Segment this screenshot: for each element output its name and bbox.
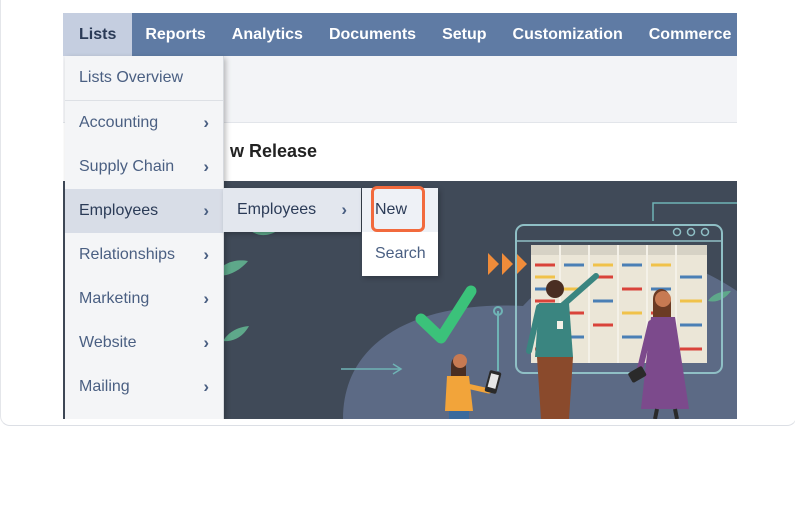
employees-submenu: Employees ›	[223, 188, 361, 232]
play-arrows-icon	[516, 253, 527, 275]
menu-item-marketing[interactable]: Marketing ›	[65, 277, 223, 321]
chevron-right-icon: ›	[203, 245, 209, 264]
menu-item-label: Employees	[79, 202, 159, 219]
menu-item-lists-overview[interactable]: Lists Overview	[65, 56, 223, 101]
play-arrows-icon	[502, 253, 513, 275]
connector-line	[652, 202, 737, 221]
app-window: Lists Reports Analytics Documents Setup …	[63, 13, 737, 419]
nav-setup[interactable]: Setup	[429, 13, 499, 56]
menu-item-label: Employees	[237, 201, 317, 218]
lists-dropdown-menu: Lists Overview Accounting › Supply Chain…	[65, 56, 224, 419]
menu-item-supply-chain[interactable]: Supply Chain ›	[65, 145, 223, 189]
menu-item-website[interactable]: Website ›	[65, 321, 223, 365]
menu-item-search[interactable]: Search	[362, 232, 438, 276]
window-dot-icon	[700, 227, 710, 237]
release-title: w Release	[230, 141, 318, 161]
menu-item-label: Supply Chain	[79, 158, 175, 175]
play-arrows-icon	[488, 253, 499, 275]
menu-item-mailing[interactable]: Mailing ›	[65, 365, 223, 409]
employees-action-menu: New Search	[362, 188, 438, 276]
nav-customization[interactable]: Customization	[500, 13, 636, 56]
nav-documents[interactable]: Documents	[316, 13, 429, 56]
window-dot-icon	[672, 227, 682, 237]
nav-analytics[interactable]: Analytics	[219, 13, 316, 56]
leaf-icon	[223, 326, 249, 342]
chevron-right-icon: ›	[341, 200, 347, 219]
chevron-right-icon: ›	[203, 201, 209, 220]
browser-frame: Lists Reports Analytics Documents Setup …	[0, 0, 795, 426]
nav-commerce[interactable]: Commerce	[636, 13, 737, 56]
chevron-right-icon: ›	[203, 113, 209, 132]
chevron-right-icon: ›	[203, 157, 209, 176]
menu-item-employees[interactable]: Employees ›	[65, 189, 223, 233]
nav-reports[interactable]: Reports	[132, 13, 218, 56]
top-navbar: Lists Reports Analytics Documents Setup …	[63, 13, 737, 56]
menu-item-label: Mailing	[79, 378, 130, 395]
menu-item-label: Marketing	[79, 290, 150, 307]
menu-item-label: Relationships	[79, 246, 176, 263]
chevron-right-icon: ›	[203, 377, 209, 396]
nav-lists[interactable]: Lists	[63, 13, 133, 56]
window-dot-icon	[686, 227, 696, 237]
menu-item-accounting[interactable]: Accounting ›	[65, 101, 223, 145]
submenu-item-employees[interactable]: Employees ›	[223, 188, 361, 232]
menu-item-label: Lists Overview	[79, 69, 184, 86]
menu-item-new[interactable]: New	[362, 188, 438, 232]
menu-item-label: Accounting	[79, 114, 159, 131]
menu-item-relationships[interactable]: Relationships ›	[65, 233, 223, 277]
chevron-right-icon: ›	[203, 333, 209, 352]
chevron-right-icon: ›	[203, 289, 209, 308]
menu-item-label: Website	[79, 334, 137, 351]
